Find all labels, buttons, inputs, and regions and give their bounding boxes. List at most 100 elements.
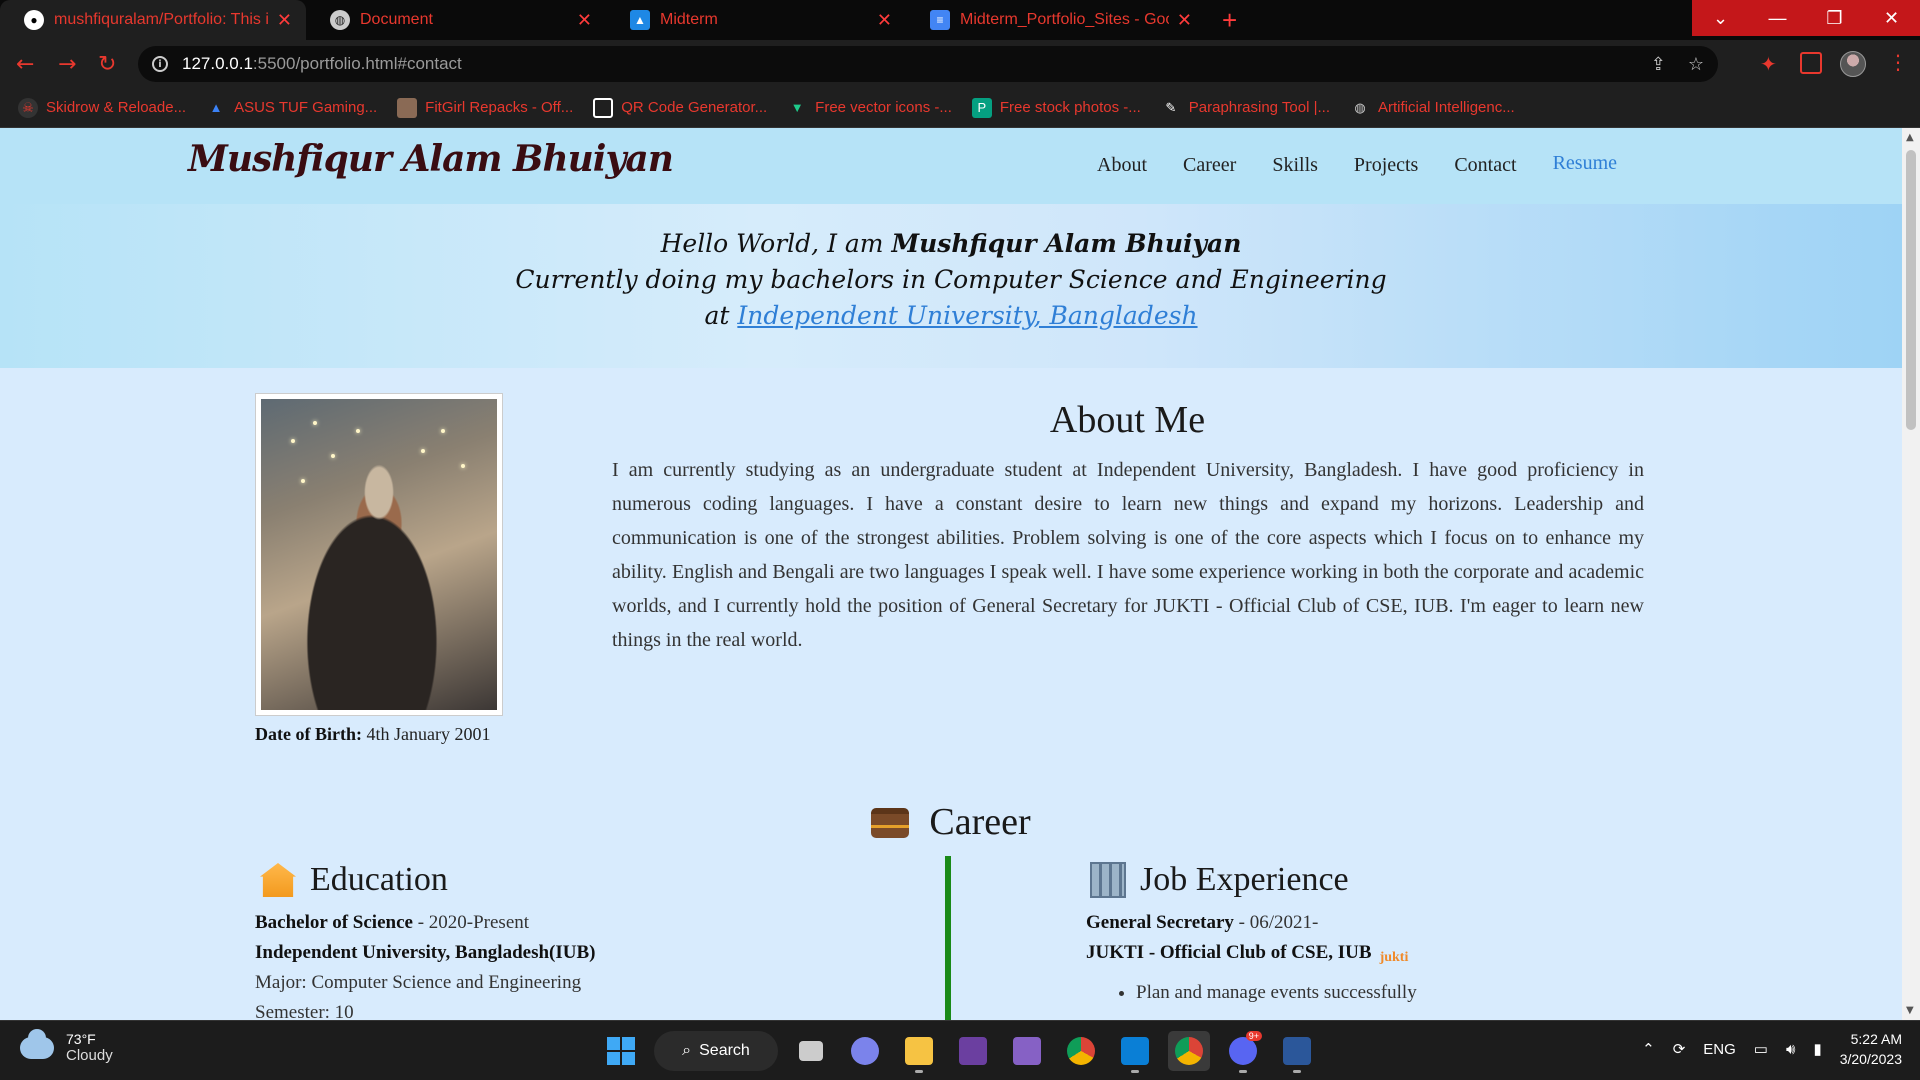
close-tab-icon[interactable]: ✕ xyxy=(877,10,892,31)
profile-photo xyxy=(261,399,497,710)
word-button[interactable] xyxy=(1276,1031,1318,1073)
tab-midterm[interactable]: ▲ Midterm ✕ xyxy=(606,0,906,40)
bookmark-pexels[interactable]: P Free stock photos -... xyxy=(971,97,1141,118)
chat-icon xyxy=(851,1037,879,1065)
nav-career[interactable]: Career xyxy=(1183,154,1236,177)
role-line: General Secretary - 06/2021- xyxy=(1086,912,1319,933)
close-tab-icon[interactable]: ✕ xyxy=(577,10,592,31)
tab-github[interactable]: ● mushfiquralam/Portfolio: This is a ✕ xyxy=(0,0,306,40)
minimize-button[interactable]: — xyxy=(1749,0,1806,36)
classroom-icon: ▲ xyxy=(630,10,650,30)
scroll-down-icon[interactable]: ▼ xyxy=(1906,1005,1914,1016)
pexels-icon: P xyxy=(971,97,992,118)
site-brand[interactable]: Mushfiqur Alam Bhuiyan xyxy=(188,138,674,180)
nav-about[interactable]: About xyxy=(1097,154,1147,177)
folder-icon xyxy=(905,1037,933,1065)
windows-taskbar: 73°F Cloudy ⌕ Search 9+ ⌃ ⟳ ENG ▭ 🔊︎ ▮ 5:… xyxy=(0,1020,1920,1080)
volume-icon[interactable]: 🔊︎ xyxy=(1786,1041,1795,1058)
bookmark-skidrow[interactable]: ☠ Skidrow & Reloade... xyxy=(18,97,186,118)
file-explorer-button[interactable] xyxy=(898,1031,940,1073)
share-icon[interactable]: ⇪ xyxy=(1651,54,1666,75)
career-title: Career xyxy=(0,800,1902,844)
vscode-button[interactable] xyxy=(1114,1031,1156,1073)
tab-document[interactable]: ◍ Document ✕ xyxy=(306,0,606,40)
site-info-icon[interactable]: i xyxy=(152,56,168,72)
education-details: Bachelor of Science - 2020-Present Indep… xyxy=(255,908,595,1020)
chevron-up-icon[interactable]: ⌃ xyxy=(1642,1040,1655,1058)
discord-button[interactable]: 9+ xyxy=(1222,1031,1264,1073)
bookmark-qr[interactable]: QR Code Generator... xyxy=(593,97,767,118)
app-button-purple[interactable] xyxy=(952,1031,994,1071)
language-indicator[interactable]: ENG xyxy=(1703,1041,1736,1058)
bookmark-star-icon[interactable]: ☆ xyxy=(1688,54,1704,75)
close-tab-icon[interactable]: ✕ xyxy=(1177,10,1192,31)
teams-chat-button[interactable] xyxy=(844,1031,886,1071)
job-bullets: Plan and manage events successfully xyxy=(1136,978,1417,1008)
jukti-logo: jukti xyxy=(1379,950,1409,965)
word-icon xyxy=(1283,1037,1311,1065)
back-arrow-icon[interactable]: ← xyxy=(16,52,34,77)
tab-search-icon[interactable]: ⌄ xyxy=(1692,0,1749,36)
weather-widget[interactable]: 73°F Cloudy xyxy=(20,1028,113,1064)
globe-icon: ◍ xyxy=(330,10,350,30)
education-title: Education xyxy=(260,861,448,899)
task-view-button[interactable] xyxy=(790,1031,832,1071)
tab-strip: ● mushfiquralam/Portfolio: This is a ✕ ◍… xyxy=(0,0,1920,40)
forward-arrow-icon[interactable]: → xyxy=(58,52,76,77)
start-button[interactable] xyxy=(600,1031,642,1071)
close-tab-icon[interactable]: ✕ xyxy=(277,10,292,31)
profile-avatar[interactable] xyxy=(1840,51,1866,77)
screen-recorder-icon xyxy=(959,1037,987,1065)
clock[interactable]: 5:22 AM 3/20/2023 xyxy=(1840,1029,1902,1069)
office-building-icon xyxy=(1090,862,1126,898)
new-tab-button[interactable]: + xyxy=(1222,6,1237,34)
weather-condition: Cloudy xyxy=(66,1047,113,1064)
nav-projects[interactable]: Projects xyxy=(1354,154,1418,177)
battery-icon[interactable]: ▮ xyxy=(1813,1040,1821,1058)
search-icon: ⌕ xyxy=(682,1042,692,1059)
taskbar-search[interactable]: ⌕ Search xyxy=(654,1031,778,1071)
scroll-up-icon[interactable]: ▲ xyxy=(1906,132,1914,143)
tab-title: Midterm_Portfolio_Sites - Google xyxy=(960,11,1169,28)
globe-icon: ◍ xyxy=(1354,99,1366,115)
chrome-alt-button[interactable] xyxy=(1060,1031,1102,1071)
job-details: General Secretary - 06/2021- JUKTI - Off… xyxy=(1086,908,1417,1008)
nav-resume[interactable]: Resume xyxy=(1553,152,1617,177)
sync-icon[interactable]: ⟳ xyxy=(1673,1040,1686,1058)
university-link[interactable]: Independent University, Bangladesh xyxy=(737,301,1197,330)
page-scrollbar[interactable]: ▲ ▼ xyxy=(1902,128,1920,1020)
vscode-icon xyxy=(1121,1037,1149,1065)
address-bar[interactable]: i 127.0.0.1:5500/portfolio.html#contact … xyxy=(138,46,1718,82)
hero-name: Mushfiqur Alam Bhuiyan xyxy=(891,229,1242,258)
restore-button[interactable]: ❐ xyxy=(1806,0,1863,36)
reload-icon[interactable]: ↻ xyxy=(98,52,116,77)
url-text: 127.0.0.1:5500/portfolio.html#contact xyxy=(182,54,462,73)
bookmark-fitgirl[interactable]: FitGirl Repacks - Off... xyxy=(397,97,573,118)
about-title: About Me xyxy=(1049,399,1206,441)
page-viewport: Mushfiqur Alam Bhuiyan About Career Skil… xyxy=(0,128,1902,1020)
extension-icon[interactable]: ✦ xyxy=(1760,52,1782,76)
bookmark-freepik[interactable]: ▼ Free vector icons -... xyxy=(787,98,952,118)
temperature: 73°F xyxy=(66,1031,96,1047)
nav-skills[interactable]: Skills xyxy=(1272,154,1318,177)
visual-studio-button[interactable] xyxy=(1006,1031,1048,1071)
nav-contact[interactable]: Contact xyxy=(1454,154,1516,177)
menu-kebab-icon[interactable]: ⋮ xyxy=(1888,50,1908,74)
chrome-button[interactable] xyxy=(1168,1031,1210,1071)
skull-icon: ☠ xyxy=(18,97,38,118)
browser-icon xyxy=(1067,1037,1095,1065)
about-text: I am currently studying as an undergradu… xyxy=(612,459,1644,651)
clock-time: 5:22 AM xyxy=(1850,1031,1902,1047)
display-icon[interactable]: ▭ xyxy=(1754,1040,1768,1058)
tab-midterm-portfolio-sites[interactable]: ≡ Midterm_Portfolio_Sites - Google ✕ xyxy=(906,0,1206,40)
bookmark-quillbot[interactable]: ✎ Paraphrasing Tool |... xyxy=(1161,98,1330,118)
bookmark-ai[interactable]: ◍ Artificial Intelligenc... xyxy=(1350,98,1514,118)
task-view-icon xyxy=(799,1041,823,1061)
bookmark-asus[interactable]: ▲ ASUS TUF Gaming... xyxy=(206,98,378,118)
notification-badge: 9+ xyxy=(1245,1031,1262,1041)
close-window-button[interactable]: ✕ xyxy=(1863,0,1920,36)
scrollbar-thumb[interactable] xyxy=(1906,150,1916,430)
school-icon xyxy=(260,863,296,897)
github-icon: ● xyxy=(24,10,44,30)
sidebar-panel-icon[interactable] xyxy=(1800,52,1822,74)
